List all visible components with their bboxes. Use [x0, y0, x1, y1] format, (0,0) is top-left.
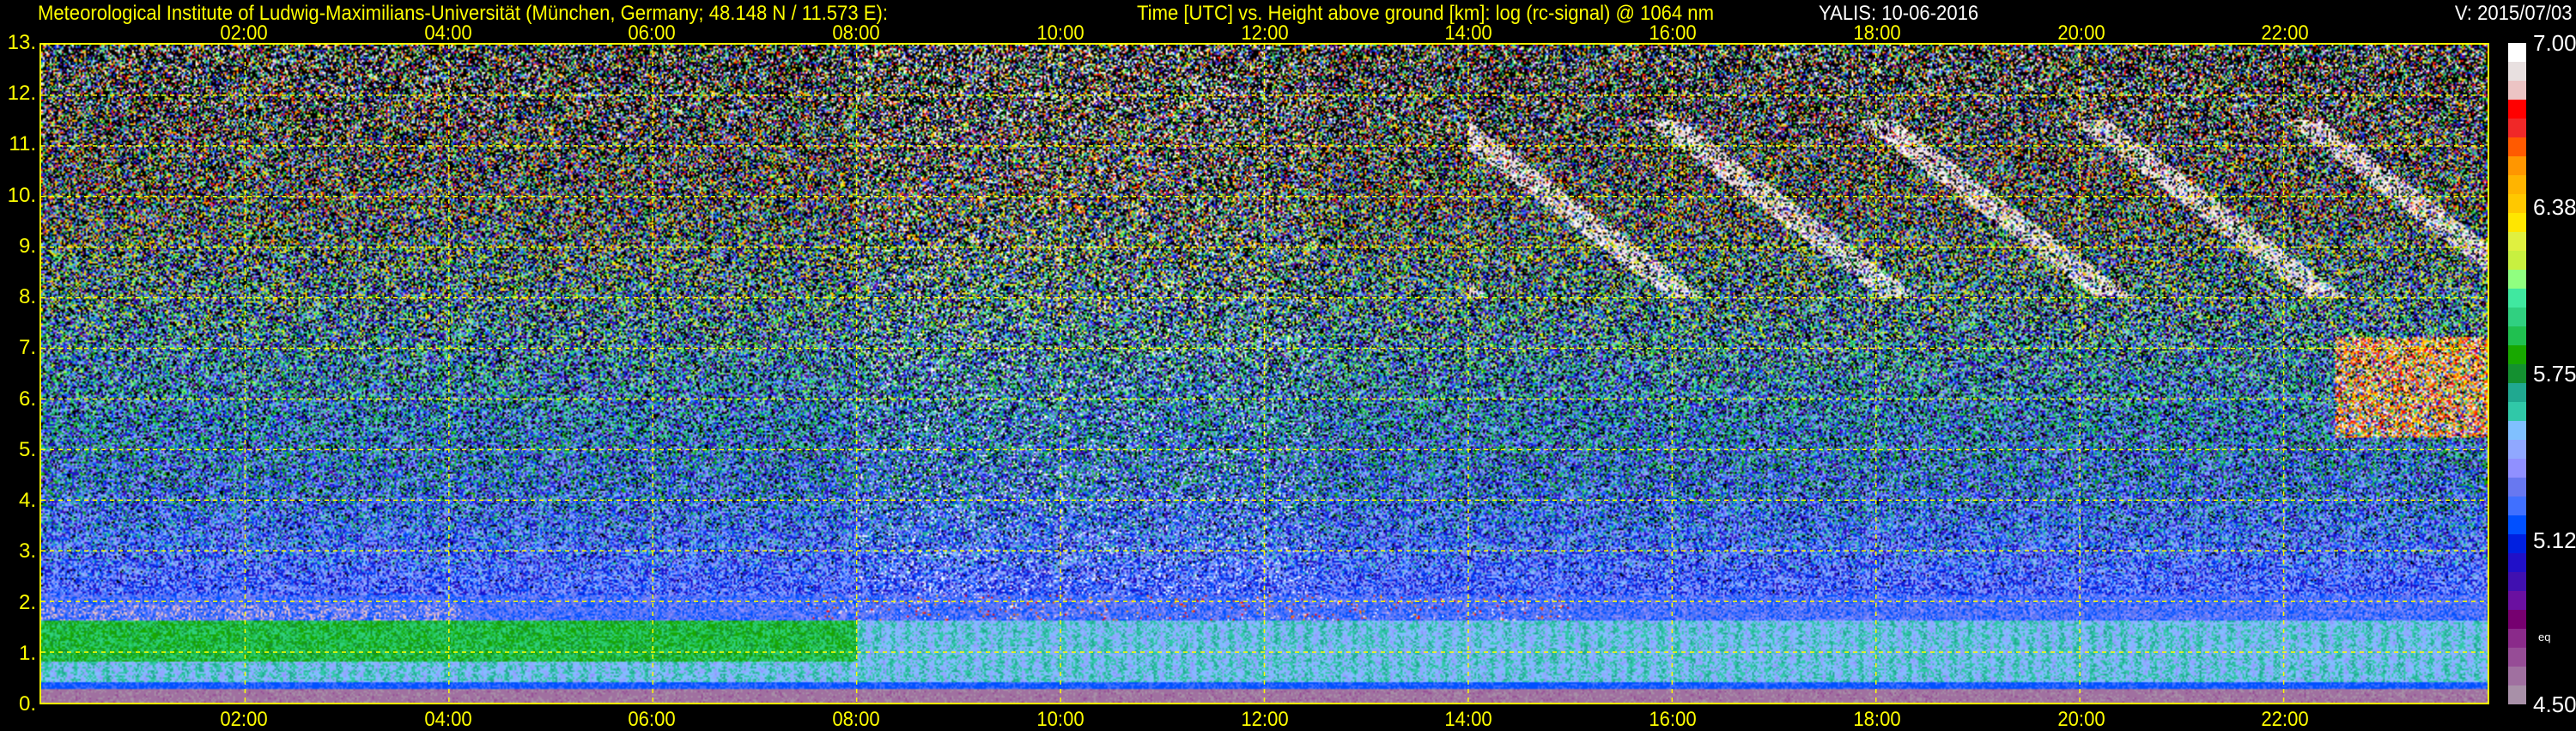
y-tick-label: 8. [18, 285, 36, 309]
x-tick-label: 10:00 [1036, 21, 1084, 45]
colorbar-label: 4.50 [2533, 691, 2576, 717]
colorbar-swatch [2508, 251, 2526, 270]
colorbar-swatch [2508, 402, 2526, 421]
x-tick-label: 20:00 [2057, 708, 2105, 731]
colorbar-swatch [2508, 383, 2526, 402]
x-tick-label: 14:00 [1444, 21, 1492, 45]
colorbar-swatch [2508, 515, 2526, 534]
x-tick-label: 04:00 [423, 708, 472, 731]
y-tick-label: 0. [18, 692, 36, 716]
x-tick-label: 04:00 [423, 21, 472, 45]
y-tick-label: 4. [18, 489, 36, 513]
grid-lines [41, 45, 2488, 703]
lidar-heatmap [39, 43, 2489, 704]
colorbar-swatch [2508, 194, 2526, 213]
x-tick-label: 08:00 [832, 21, 880, 45]
y-tick-label: 13. [7, 31, 36, 54]
chart-subtitle: Time [UTC] vs. Height above ground [km]:… [1137, 2, 1714, 25]
colorbar-swatch [2508, 232, 2526, 251]
colorbar-label: 6.38 [2533, 193, 2576, 220]
version-label: V: 2015/07/03 [2455, 2, 2573, 25]
colorbar-swatch [2508, 308, 2526, 326]
colorbar-swatch [2508, 213, 2526, 232]
x-tick-label: 14:00 [1444, 708, 1492, 731]
x-tick-label: 16:00 [1649, 708, 1697, 731]
x-tick-label: 22:00 [2261, 708, 2309, 731]
colorbar-swatch [2508, 326, 2526, 345]
x-tick-label: 22:00 [2261, 21, 2309, 45]
y-tick-label: 2. [18, 590, 36, 614]
colorbar-swatch [2508, 137, 2526, 156]
colorbar-swatch [2508, 648, 2526, 667]
colorbar-swatch [2508, 175, 2526, 194]
colorbar-label: 5.75 [2533, 361, 2576, 387]
x-tick-label: 02:00 [220, 21, 268, 45]
colorbar-swatch [2508, 100, 2526, 119]
colorbar-swatch [2508, 270, 2526, 289]
x-tick-label: 18:00 [1853, 708, 1901, 731]
colorbar-swatch [2508, 478, 2526, 496]
x-tick-label: 18:00 [1853, 21, 1901, 45]
y-tick-label: 9. [18, 234, 36, 258]
colorbar-swatch [2508, 43, 2526, 62]
y-tick-label: 10. [7, 183, 36, 207]
colorbar-swatch [2508, 345, 2526, 364]
x-tick-label: 02:00 [220, 708, 268, 731]
colorbar-swatch [2508, 289, 2526, 308]
y-tick-label: 11. [9, 132, 36, 156]
y-tick-label: 7. [18, 336, 36, 360]
x-tick-label: 12:00 [1240, 708, 1289, 731]
y-tick-label: 6. [18, 387, 36, 411]
colorbar-label: 5.12 [2533, 527, 2576, 554]
y-tick-label: 1. [18, 641, 36, 665]
x-tick-label: 12:00 [1240, 21, 1289, 45]
x-tick-label: 06:00 [628, 708, 676, 731]
y-tick-label: 5. [18, 437, 36, 461]
colorbar-swatch [2508, 534, 2526, 553]
x-tick-label: 08:00 [832, 708, 880, 731]
colorbar-swatch [2508, 62, 2526, 81]
y-tick-label: 12. [7, 82, 36, 106]
colorbar-swatch [2508, 667, 2526, 685]
colorbar-swatch [2508, 572, 2526, 591]
colorbar-swatch [2508, 629, 2526, 648]
colorbar-swatch [2508, 496, 2526, 515]
colorbar [2508, 43, 2526, 704]
y-tick-label: 3. [18, 539, 36, 563]
x-tick-label: 06:00 [628, 21, 676, 45]
colorbar-label: 7.00 [2533, 30, 2576, 56]
colorbar-swatch [2508, 364, 2526, 383]
colorbar-swatch [2508, 553, 2526, 572]
colorbar-swatch [2508, 421, 2526, 440]
colorbar-swatch [2508, 685, 2526, 704]
x-tick-label: 10:00 [1036, 708, 1084, 731]
colorbar-note: eq [2538, 630, 2551, 643]
colorbar-swatch [2508, 156, 2526, 175]
colorbar-swatch [2508, 440, 2526, 459]
x-tick-label: 16:00 [1649, 21, 1697, 45]
colorbar-swatch [2508, 81, 2526, 100]
colorbar-swatch [2508, 459, 2526, 478]
colorbar-swatch [2508, 591, 2526, 610]
colorbar-swatch [2508, 119, 2526, 137]
x-tick-label: 20:00 [2057, 21, 2105, 45]
colorbar-swatch [2508, 610, 2526, 629]
